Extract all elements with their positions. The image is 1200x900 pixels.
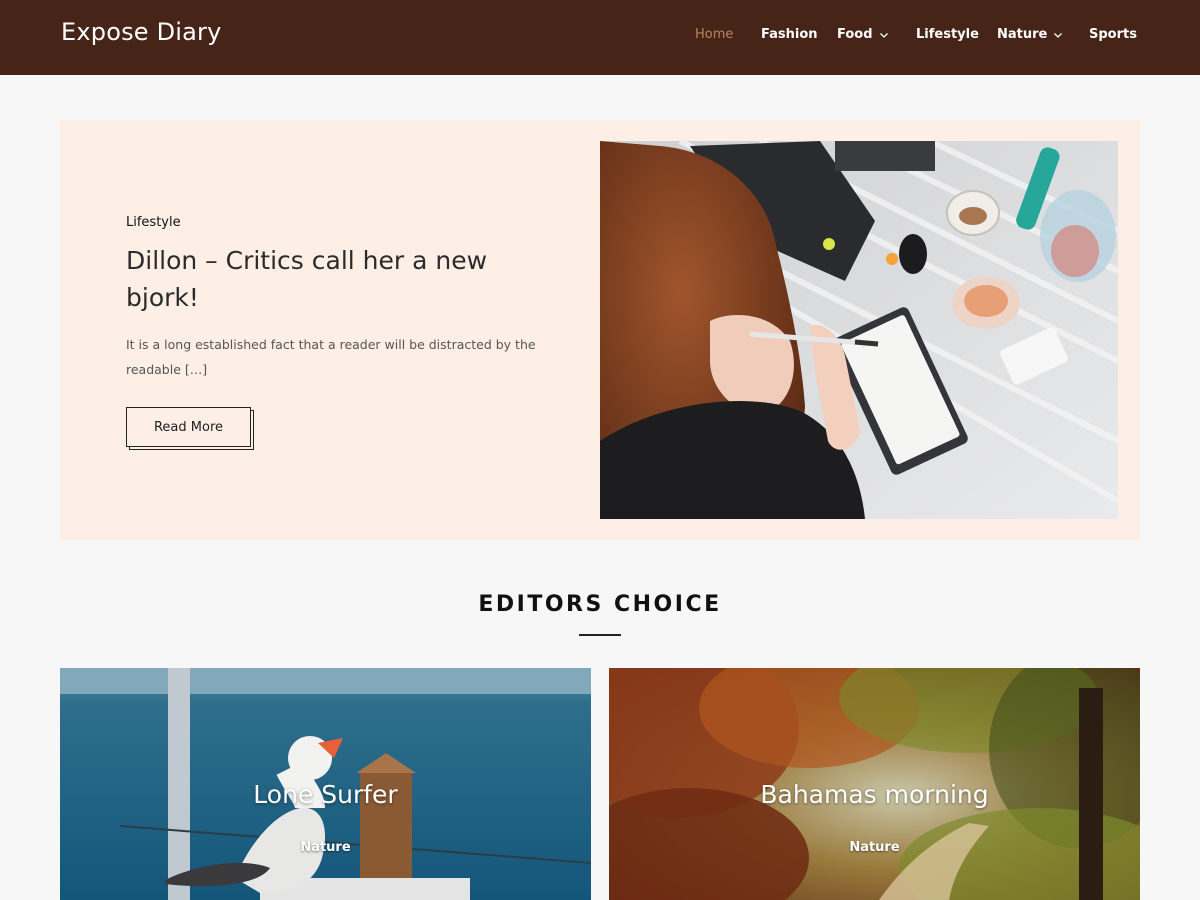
card-title[interactable]: Lone Surfer [60,780,591,809]
woman-writing-photo[interactable] [600,141,1118,519]
section-heading: EDITORS CHOICE [478,592,722,617]
read-more-button[interactable]: Read More [126,407,251,447]
card-category[interactable]: Nature [609,840,1140,855]
nav-item-home[interactable]: Home [695,27,733,42]
nav-item-label: Food [837,27,873,42]
nav-item-fashion[interactable]: Fashion [761,27,818,42]
nav-item-label: Home [695,27,734,42]
nav-item-lifestyle[interactable]: Lifestyle [916,27,979,42]
nav-item-label: Sports [1089,27,1137,42]
nav-item-label: Nature [997,27,1048,42]
read-more-wrapper: Read More [126,407,254,450]
chevron-down-icon [1054,32,1063,38]
site-header: Expose Diary Home Fashion Food Lifestyle… [0,0,1200,75]
main-nav: Home Fashion Food Lifestyle Nature Sport… [0,27,1200,47]
featured-image [600,141,1118,519]
nav-item-sports[interactable]: Sports [1089,27,1137,42]
nav-item-label: Fashion [761,27,818,42]
post-category[interactable]: Lifestyle [126,215,181,230]
post-title[interactable]: Dillon – Critics call her a new bjork! [126,242,546,316]
card-category[interactable]: Nature [60,840,591,855]
post-card-lone-surfer[interactable]: Lone Surfer Nature [60,668,591,900]
nav-item-label: Lifestyle [916,27,979,42]
post-excerpt: It is a long established fact that a rea… [126,337,536,377]
nav-item-nature[interactable]: Nature [997,27,1063,42]
nav-item-food[interactable]: Food [837,27,889,42]
card-title[interactable]: Bahamas morning [609,780,1140,809]
featured-post: Lifestyle Dillon – Critics call her a ne… [60,120,1140,540]
heading-divider [579,634,621,636]
chevron-down-icon [879,32,888,38]
post-card-bahamas-morning[interactable]: Bahamas morning Nature [609,668,1140,900]
